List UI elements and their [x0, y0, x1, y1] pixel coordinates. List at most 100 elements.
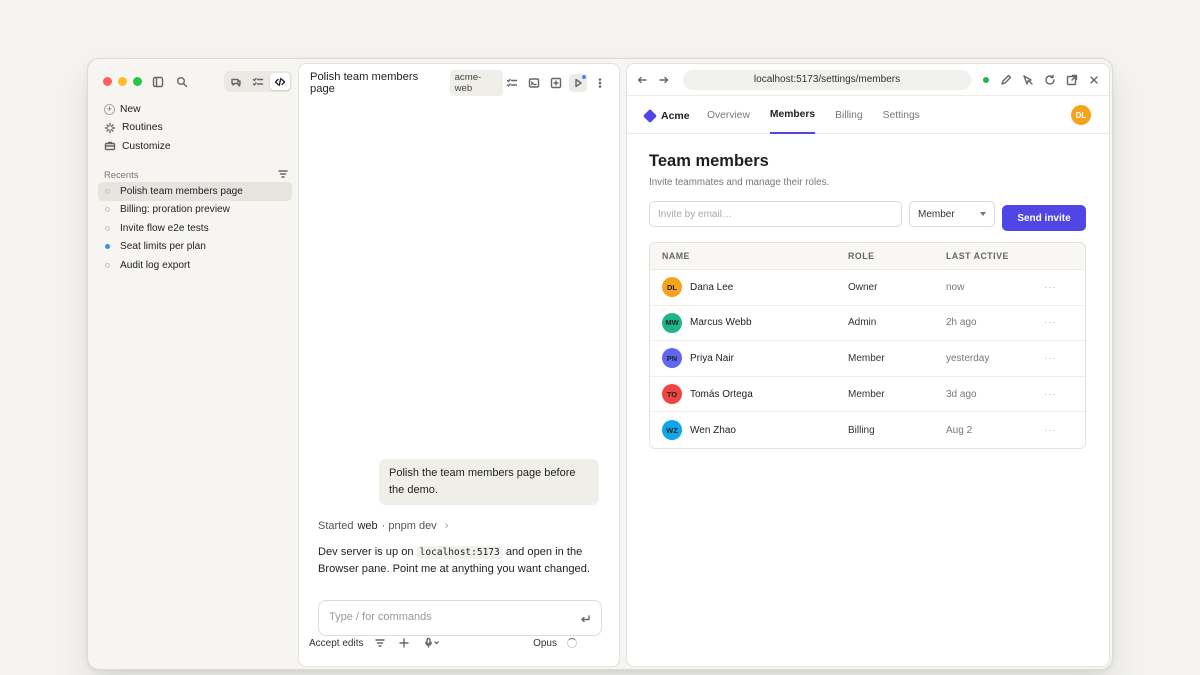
app-navbar: Acme Overview Members Billing Settings D…: [627, 97, 1109, 134]
routines-icon: [103, 121, 117, 135]
member-last-active: now: [946, 281, 965, 293]
recent-item[interactable]: Invite flow e2e tests: [98, 219, 292, 238]
started-process-row[interactable]: Started web · pnpm dev ›: [318, 520, 448, 532]
url-bar[interactable]: localhost:5173/settings/members: [683, 69, 971, 90]
plus-icon: +: [104, 103, 115, 115]
browser-toolbar: localhost:5173/settings/members: [627, 64, 1109, 96]
avatar: TO: [662, 384, 682, 405]
table-row: WZ Wen Zhao Billing Aug 2 ···: [650, 412, 1085, 448]
recent-item-label: Billing: proration preview: [120, 204, 230, 216]
user-message: Polish the team members page before the …: [379, 459, 599, 505]
table-row: TO Tomás Ortega Member 3d ago ···: [650, 377, 1085, 413]
minimize-window-button[interactable]: [118, 77, 127, 86]
close-icon[interactable]: [1087, 73, 1101, 87]
tab-billing[interactable]: Billing: [835, 97, 862, 134]
recent-item[interactable]: Audit log export: [98, 256, 292, 275]
send-invite-button[interactable]: Send invite: [1002, 205, 1086, 231]
back-arrow-icon[interactable]: [635, 73, 649, 87]
more-horizontal-icon[interactable]: ···: [1044, 353, 1084, 364]
status-dot: [105, 262, 110, 268]
filter-icon[interactable]: [276, 167, 290, 181]
active-indicator: [582, 75, 586, 79]
recent-item-label: Invite flow e2e tests: [120, 222, 209, 234]
select-element-icon[interactable]: [1021, 73, 1035, 87]
more-horizontal-icon[interactable]: ···: [1044, 389, 1084, 400]
more-horizontal-icon[interactable]: ···: [1044, 317, 1084, 328]
checklist-icon[interactable]: [503, 74, 521, 92]
status-dot: [105, 225, 110, 231]
member-role: Admin: [848, 317, 877, 329]
table-row: MW Marcus Webb Admin 2h ago ···: [650, 306, 1085, 342]
repo-chip[interactable]: acme-web: [449, 70, 503, 96]
member-last-active: yesterday: [946, 352, 990, 364]
zoom-window-button[interactable]: [133, 77, 142, 86]
enter-icon[interactable]: [578, 612, 592, 626]
accept-edits-toggle[interactable]: Accept edits: [309, 638, 363, 649]
table-row: PN Priya Nair Member yesterday ···: [650, 341, 1085, 377]
member-role: Member: [848, 388, 885, 400]
recent-item[interactable]: Seat limits per plan: [98, 238, 292, 257]
member-role: Owner: [848, 281, 878, 293]
diff-icon[interactable]: [547, 74, 565, 92]
chat-view-icon[interactable]: [226, 73, 246, 90]
nav-customize-label: Customize: [122, 140, 171, 152]
chevron-right-icon: ›: [444, 520, 449, 532]
tasks-view-icon[interactable]: [248, 73, 268, 90]
brand-logo[interactable]: Acme: [642, 108, 690, 124]
microphone-icon[interactable]: [421, 636, 443, 650]
reply-code: localhost:5173: [416, 546, 503, 559]
status-dot: [105, 188, 110, 194]
briefcase-icon: [103, 139, 117, 153]
forward-arrow-icon[interactable]: [657, 73, 671, 87]
preview-play-icon[interactable]: [569, 74, 587, 92]
message-input[interactable]: [329, 611, 569, 623]
browser-pane: localhost:5173/settings/members Acme Ove…: [626, 63, 1110, 667]
avatar: DL: [662, 277, 682, 298]
window-controls: [103, 77, 142, 86]
page-subtitle: Invite teammates and manage their roles.: [649, 177, 830, 188]
role-select[interactable]: Member: [909, 201, 995, 227]
more-horizontal-icon[interactable]: ···: [1044, 425, 1084, 436]
add-icon[interactable]: [397, 636, 411, 650]
brand-name: Acme: [661, 110, 690, 122]
tab-settings[interactable]: Settings: [883, 97, 920, 134]
recent-item[interactable]: Polish team members page: [98, 182, 292, 201]
member-name: Tomás Ortega: [690, 388, 753, 400]
member-name: Dana Lee: [690, 281, 734, 293]
model-selector[interactable]: Opus: [533, 638, 557, 649]
reload-icon[interactable]: [1043, 73, 1057, 87]
nav-new[interactable]: + New: [100, 100, 290, 119]
tab-members[interactable]: Members: [769, 97, 816, 134]
recent-item[interactable]: Billing: proration preview: [98, 201, 292, 220]
member-role: Billing: [848, 424, 875, 436]
connection-status-dot: [983, 76, 989, 83]
member-role: Member: [848, 352, 885, 364]
more-vertical-icon[interactable]: [591, 74, 609, 92]
process-name: web: [357, 520, 378, 532]
members-table: NAME ROLE LAST ACTIVE DL Dana Lee Owner n…: [649, 242, 1086, 449]
page-title: Team members: [649, 152, 769, 170]
more-horizontal-icon[interactable]: ···: [1044, 282, 1084, 293]
nav-customize[interactable]: Customize: [100, 137, 290, 156]
close-window-button[interactable]: [103, 77, 112, 86]
user-avatar[interactable]: DL: [1071, 105, 1091, 125]
started-prefix: Started: [318, 520, 354, 532]
edit-pencil-icon[interactable]: [999, 73, 1013, 87]
nav-routines[interactable]: Routines: [100, 119, 290, 138]
avatar: PN: [662, 348, 682, 369]
code-view-icon[interactable]: [270, 73, 290, 90]
search-icon[interactable]: [175, 75, 189, 89]
terminal-icon[interactable]: [525, 74, 543, 92]
sidebar-toggle-icon[interactable]: [151, 75, 165, 89]
invite-email-input[interactable]: [649, 201, 902, 227]
settings-sliders-icon[interactable]: [373, 636, 387, 650]
open-external-icon[interactable]: [1065, 73, 1079, 87]
recent-item-label: Polish team members page: [120, 185, 243, 197]
recents-heading: Recents: [104, 168, 139, 180]
composer-toolbar: Accept edits Opus: [309, 636, 577, 650]
tab-overview[interactable]: Overview: [707, 97, 750, 134]
member-name: Marcus Webb: [690, 317, 752, 329]
member-last-active: 3d ago: [946, 388, 977, 400]
chevron-down-icon: [980, 212, 986, 216]
composer: [318, 600, 602, 636]
